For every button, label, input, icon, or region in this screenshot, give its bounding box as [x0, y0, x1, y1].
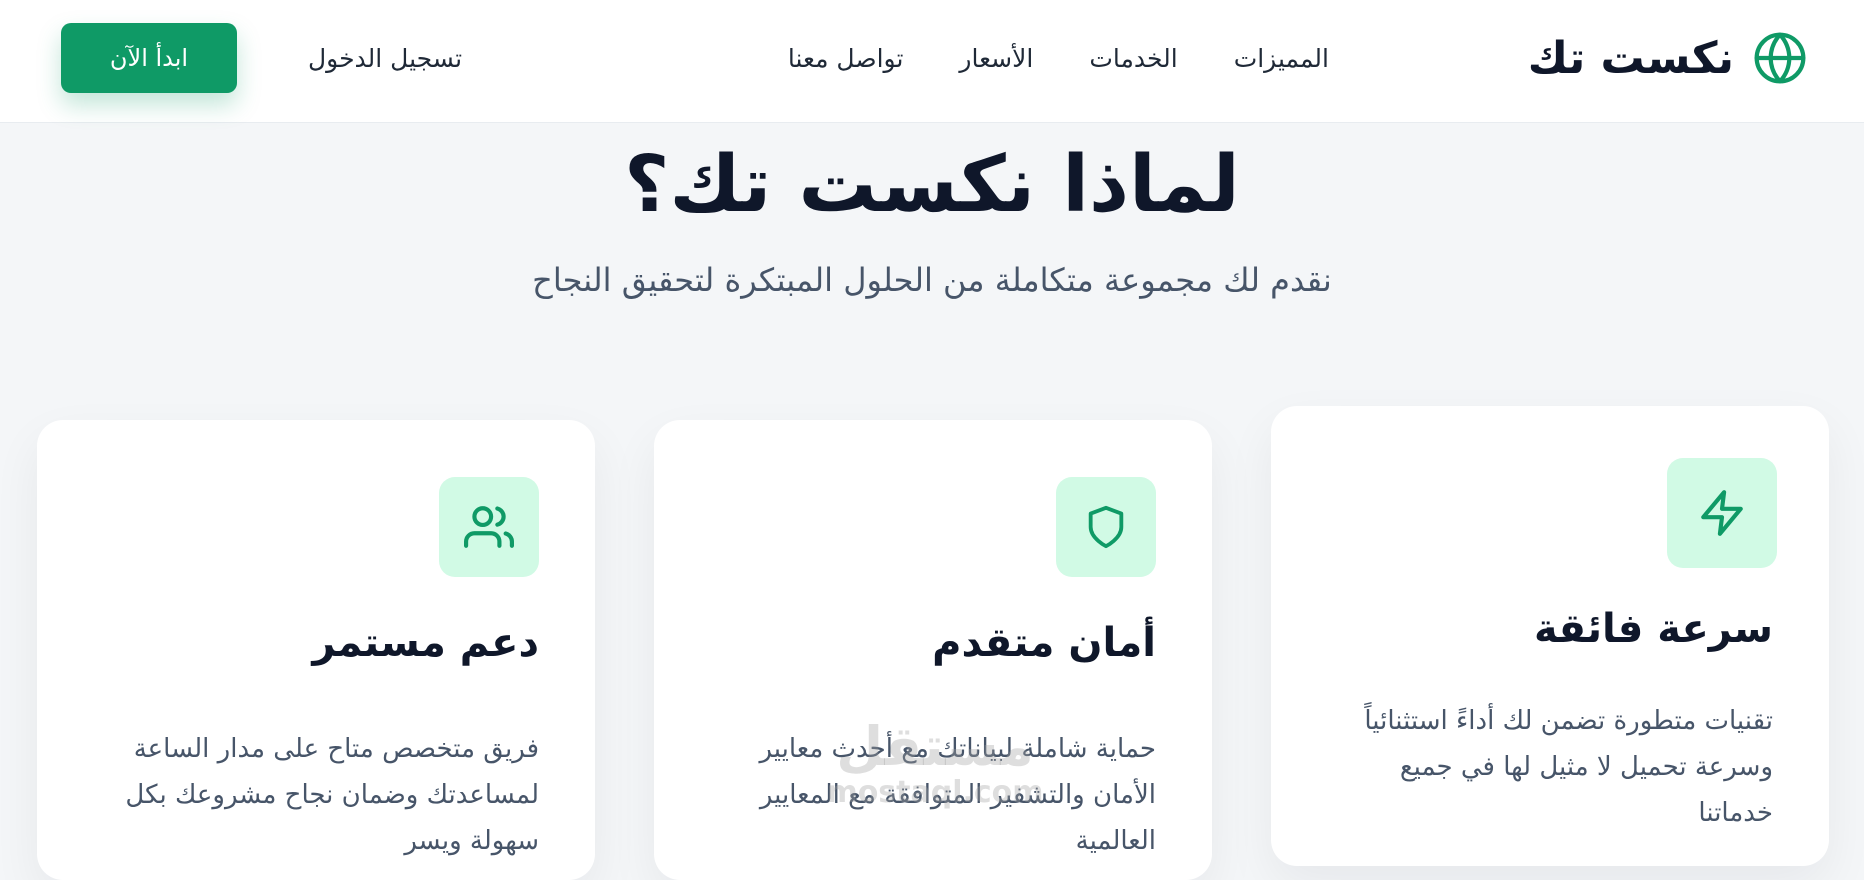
site-header: نكست تك المميزات الخدمات الأسعار تواصل م…	[0, 0, 1864, 123]
brand-logo[interactable]: نكست تك	[1528, 28, 1808, 88]
brand-name: نكست تك	[1527, 32, 1734, 84]
feature-card-security: أمان متقدم حماية شاملة لبياناتك مع أحدث …	[654, 420, 1212, 880]
main-nav: المميزات الخدمات الأسعار تواصل معنا	[788, 38, 1329, 78]
feature-description: تقنيات متطورة تضمن لك أداءً استثنائياً و…	[1364, 706, 1773, 828]
login-link[interactable]: تسجيل الدخول	[308, 38, 462, 78]
shield-icon	[1088, 505, 1124, 549]
nav-link-features[interactable]: المميزات	[1234, 44, 1329, 73]
section-title: لماذا نكست تك؟	[624, 140, 1240, 230]
get-started-button[interactable]: ابدأ الآن	[61, 23, 237, 93]
feature-description: حماية شاملة لبياناتك مع أحدث معايير الأم…	[759, 734, 1156, 856]
feature-icon-box	[439, 477, 539, 577]
feature-title: أمان متقدم	[932, 620, 1156, 666]
feature-icon-box	[1056, 477, 1156, 577]
feature-title: سرعة فائقة	[1533, 606, 1773, 652]
globe-icon	[1754, 32, 1806, 84]
feature-card-support: دعم مستمر فريق متخصص متاح على مدار الساع…	[37, 420, 595, 880]
feature-card-speed: سرعة فائقة تقنيات متطورة تضمن لك أداءً ا…	[1271, 406, 1829, 866]
users-icon	[464, 506, 514, 548]
nav-link-services[interactable]: الخدمات	[1089, 44, 1177, 73]
feature-description: فريق متخصص متاح على مدار الساعة لمساعدتك…	[125, 734, 539, 856]
lightning-icon	[1701, 490, 1743, 536]
nav-link-contact[interactable]: تواصل معنا	[788, 44, 904, 73]
section-subtitle: نقدم لك مجموعة متكاملة من الحلول المبتكر…	[532, 261, 1332, 299]
feature-title: دعم مستمر	[312, 620, 539, 666]
nav-link-pricing[interactable]: الأسعار	[959, 44, 1033, 73]
feature-icon-box	[1667, 458, 1777, 568]
